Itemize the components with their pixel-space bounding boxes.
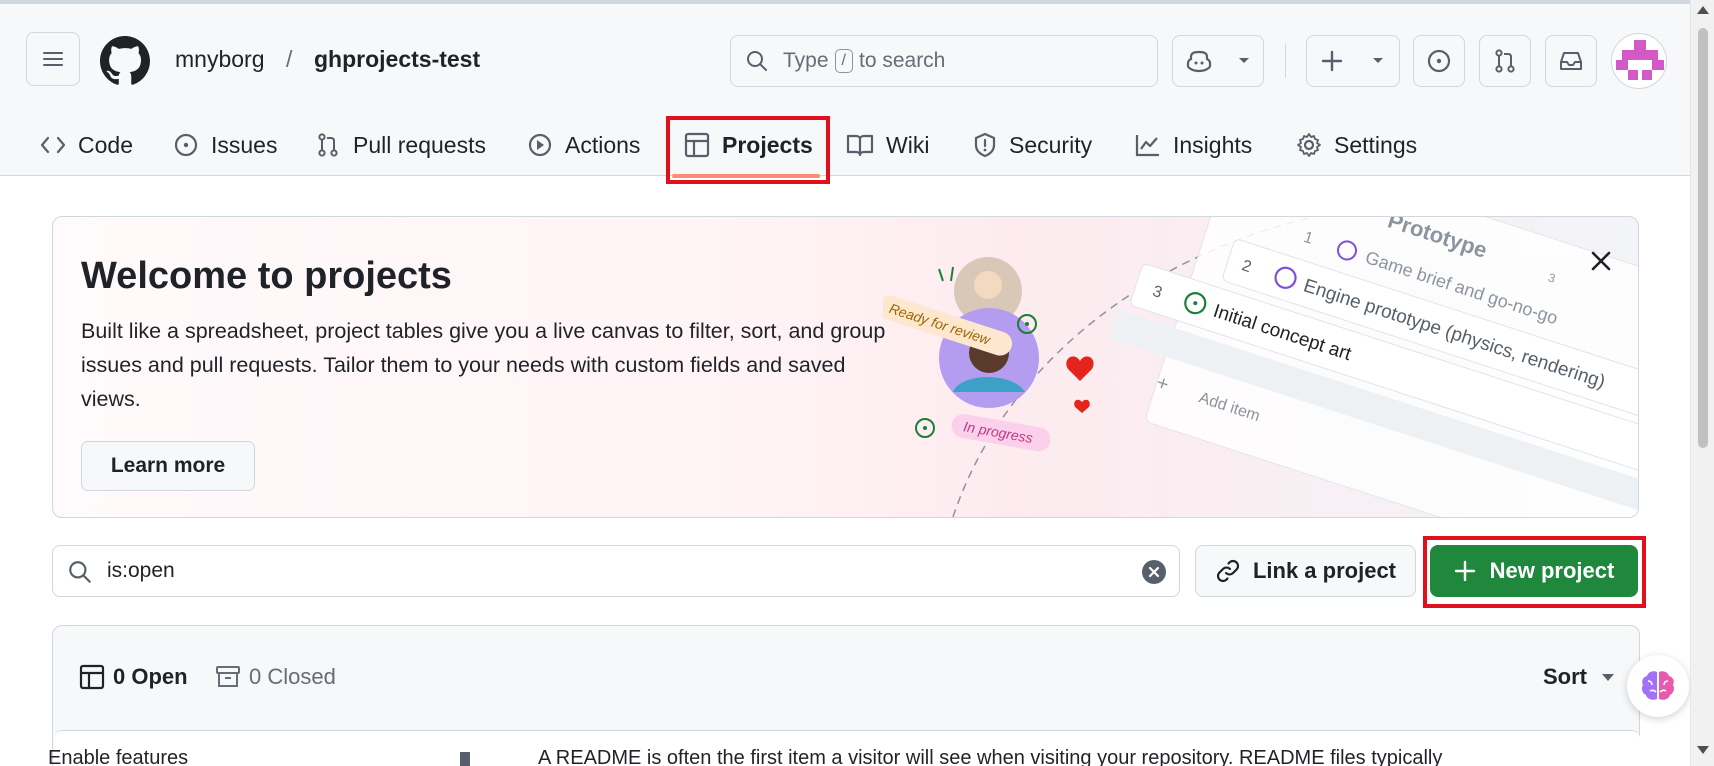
tab-label: Settings [1334,131,1418,158]
filter-value: is:open [107,559,175,582]
code-icon [40,136,66,154]
tab-wiki[interactable]: Wiki [846,122,929,168]
tab-issues[interactable]: Issues [173,122,277,168]
breadcrumb-separator: / [286,46,293,72]
link-icon [1216,559,1240,583]
projects-illustration: Prototype 3 1 Game brief and go-no-go 2 … [883,217,1638,517]
tab-label: Wiki [886,131,930,158]
identicon-icon [1616,40,1664,80]
scroll-down-arrow-icon[interactable] [1697,746,1709,754]
search-icon [747,51,767,71]
copilot-button[interactable] [1172,35,1264,87]
chevron-down-icon [1238,58,1249,63]
table-icon [79,664,105,690]
tab-code[interactable]: Code [40,122,133,168]
banner-title: Welcome to projects [81,255,452,297]
search-icon [69,561,91,583]
inbox-icon [1560,52,1582,70]
book-icon [846,134,874,157]
tab-label: Actions [565,131,641,158]
issue-opened-icon [174,133,198,157]
avatar[interactable] [1611,33,1667,89]
github-logo-icon[interactable] [100,36,150,86]
inbox-button[interactable] [1545,35,1597,87]
breadcrumb-repo[interactable]: ghprojects-test [314,46,480,73]
your-issues-button[interactable] [1413,35,1465,87]
brain-icon [1642,671,1674,700]
triangle-down-icon [1602,674,1614,681]
tab-security[interactable]: Security [973,122,1092,168]
pull-request-icon [1495,49,1515,73]
scroll-up-arrow-icon[interactable] [1697,6,1709,14]
scrollbar-thumb[interactable] [1698,28,1708,448]
copilot-icon [1186,50,1211,73]
assistant-button[interactable] [1627,655,1689,717]
banner-description: Built like a spreadsheet, project tables… [81,319,886,411]
shield-icon [974,132,996,158]
tab-label: Security [1009,131,1093,158]
search-input[interactable]: Type / to search [730,35,1158,87]
bleed-marker [460,752,470,766]
welcome-banner: Welcome to projects Built like a spreads… [52,216,1639,518]
breadcrumb-owner[interactable]: mnyborg [175,46,264,73]
gear-icon [1297,133,1321,157]
tab-actions[interactable]: Actions [527,122,640,168]
play-icon [528,133,552,157]
bleed-text-left: Enable features [48,747,189,766]
tab-label: Pull requests [353,131,486,158]
closed-count: 0 Closed [249,664,336,689]
your-pull-requests-button[interactable] [1479,35,1531,87]
plus-icon [1321,50,1343,72]
header-divider [1285,44,1286,78]
link-project-label: Link a project [1252,558,1397,583]
link-project-button[interactable]: Link a project [1195,545,1416,597]
sort-label: Sort [1543,664,1587,689]
tab-label: Code [78,131,133,158]
open-projects-tab[interactable]: 0 Open [79,664,188,690]
tab-insights[interactable]: Insights [1135,122,1252,168]
projects-list: 0 Open 0 Closed Sort [52,625,1640,766]
bleed-text-right: A README is often the first item a visit… [538,747,1443,766]
tab-settings[interactable]: Settings [1296,122,1417,168]
chevron-down-icon [1373,58,1383,63]
create-new-button[interactable] [1306,35,1400,87]
sort-dropdown[interactable]: Sort [1543,664,1615,690]
close-icon[interactable] [1583,243,1619,279]
learn-more-button[interactable]: Learn more [81,441,255,491]
projects-list-header: 0 Open 0 Closed Sort [53,626,1639,730]
closed-projects-tab[interactable]: 0 Closed [215,664,336,690]
search-shortcut-key: / [834,49,853,73]
pull-request-icon [318,133,338,157]
menu-button[interactable] [26,32,80,86]
tab-label: Issues [211,131,278,158]
search-placeholder-suffix: to search [858,49,946,72]
hamburger-icon [43,52,63,66]
graph-icon [1135,135,1159,157]
page-scrollbar[interactable] [1690,0,1714,766]
archive-icon [216,666,240,687]
projects-filter-input[interactable]: is:open [52,545,1180,597]
clear-filter-icon[interactable] [1141,559,1167,585]
search-placeholder-prefix: Type [783,49,829,72]
tab-pull-requests[interactable]: Pull requests [315,122,486,168]
new-project-highlight [1423,536,1646,608]
open-count: 0 Open [113,664,188,689]
repo-header: mnyborg / ghprojects-test Type / to sear… [0,0,1690,178]
projects-tab-highlight [666,116,830,184]
issue-opened-icon [1427,49,1451,73]
repo-nav-tabs: Code Issues Pull requests Actions Projec… [0,112,1690,180]
tab-label: Insights [1173,131,1253,158]
